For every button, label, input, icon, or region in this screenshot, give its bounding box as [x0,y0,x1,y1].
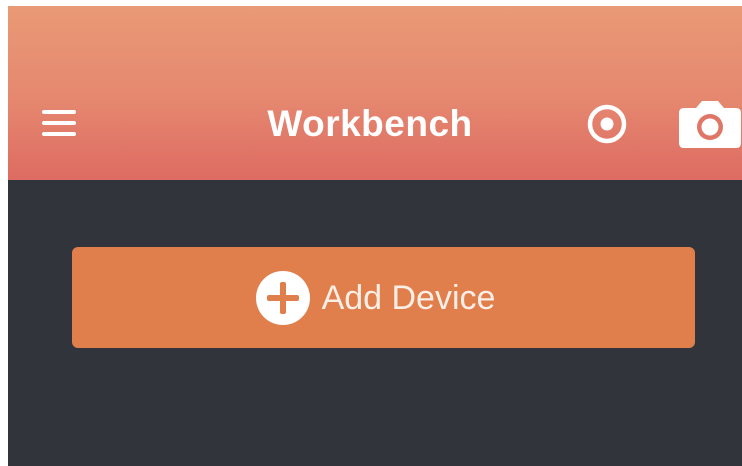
menu-icon-bar [42,121,76,125]
menu-button[interactable] [36,104,82,144]
menu-icon-bar [42,110,76,114]
camera-button[interactable] [678,98,742,150]
camera-icon [679,101,741,148]
add-device-button[interactable]: Add Device [72,247,695,348]
menu-icon-bar [42,132,76,136]
page-title: Workbench [267,103,473,144]
record-button[interactable] [582,102,632,146]
add-device-label: Add Device [321,278,496,317]
app-screen: Workbench Add Device [8,6,742,466]
record-icon [587,104,627,144]
app-header: Workbench [8,6,742,180]
plus-circle-icon [255,270,310,325]
